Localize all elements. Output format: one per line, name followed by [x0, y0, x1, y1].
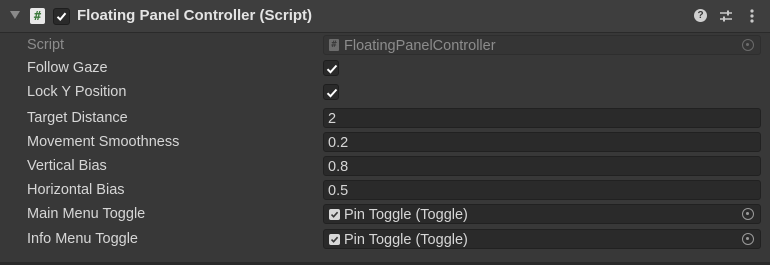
target-distance-row: Target Distance 2 — [0, 107, 770, 131]
horizontal-bias-value: 0.5 — [328, 183, 349, 199]
info-menu-toggle-label: Info Menu Toggle — [27, 231, 138, 247]
help-icon[interactable]: ? — [694, 9, 707, 22]
info-menu-toggle-row: Info Menu Toggle Pin Toggle (Toggle) — [0, 228, 770, 252]
lock-y-position-row: Lock Y Position — [0, 81, 770, 105]
checkmark-icon — [56, 12, 67, 21]
horizontal-bias-label[interactable]: Horizontal Bias — [27, 182, 125, 198]
component-title: Floating Panel Controller (Script) — [77, 7, 313, 24]
script-value: FloatingPanelController — [344, 38, 496, 54]
script-file-icon: # — [329, 39, 339, 51]
horizontal-bias-input[interactable]: 0.5 — [323, 180, 761, 200]
lock-y-position-checkbox[interactable] — [323, 84, 339, 100]
target-distance-input[interactable]: 2 — [323, 108, 761, 128]
movement-smoothness-label[interactable]: Movement Smoothness — [27, 134, 179, 150]
script-label: Script — [27, 37, 65, 53]
checkmark-icon — [326, 88, 338, 98]
follow-gaze-label: Follow Gaze — [27, 60, 108, 76]
main-menu-toggle-object-field[interactable]: Pin Toggle (Toggle) — [323, 204, 761, 224]
movement-smoothness-value: 0.2 — [328, 135, 349, 151]
object-picker-icon — [742, 39, 754, 51]
vertical-bias-row: Vertical Bias 0.8 — [0, 155, 770, 179]
inspector-component-panel: # Floating Panel Controller (Script) ? S… — [0, 0, 770, 265]
movement-smoothness-input[interactable]: 0.2 — [323, 132, 761, 152]
component-header[interactable]: # Floating Panel Controller (Script) ? — [0, 0, 770, 33]
toggle-component-icon — [329, 234, 340, 245]
vertical-bias-input[interactable]: 0.8 — [323, 156, 761, 176]
target-distance-label[interactable]: Target Distance — [27, 110, 128, 126]
vertical-bias-value: 0.8 — [328, 159, 349, 175]
vertical-bias-label[interactable]: Vertical Bias — [27, 158, 107, 174]
preset-icon[interactable] — [718, 8, 734, 24]
object-picker-icon[interactable] — [742, 208, 754, 220]
foldout-arrow-icon[interactable] — [10, 11, 20, 19]
follow-gaze-checkbox[interactable] — [323, 60, 339, 76]
component-enabled-checkbox[interactable] — [53, 8, 70, 25]
info-menu-toggle-object-field[interactable]: Pin Toggle (Toggle) — [323, 229, 761, 249]
toggle-component-icon — [329, 209, 340, 220]
object-picker-icon[interactable] — [742, 233, 754, 245]
main-menu-toggle-row: Main Menu Toggle Pin Toggle (Toggle) — [0, 203, 770, 227]
main-menu-toggle-label: Main Menu Toggle — [27, 206, 146, 222]
target-distance-value: 2 — [328, 111, 337, 127]
horizontal-bias-row: Horizontal Bias 0.5 — [0, 179, 770, 203]
script-icon: # — [30, 8, 45, 24]
follow-gaze-row: Follow Gaze — [0, 57, 770, 81]
checkmark-icon — [326, 64, 338, 74]
movement-smoothness-row: Movement Smoothness 0.2 — [0, 131, 770, 155]
script-row: Script # FloatingPanelController — [0, 34, 770, 58]
main-menu-toggle-value: Pin Toggle (Toggle) — [344, 207, 468, 223]
context-menu-icon[interactable] — [744, 8, 760, 24]
script-object-field: # FloatingPanelController — [323, 35, 761, 55]
lock-y-position-label: Lock Y Position — [27, 84, 127, 100]
info-menu-toggle-value: Pin Toggle (Toggle) — [344, 232, 468, 248]
